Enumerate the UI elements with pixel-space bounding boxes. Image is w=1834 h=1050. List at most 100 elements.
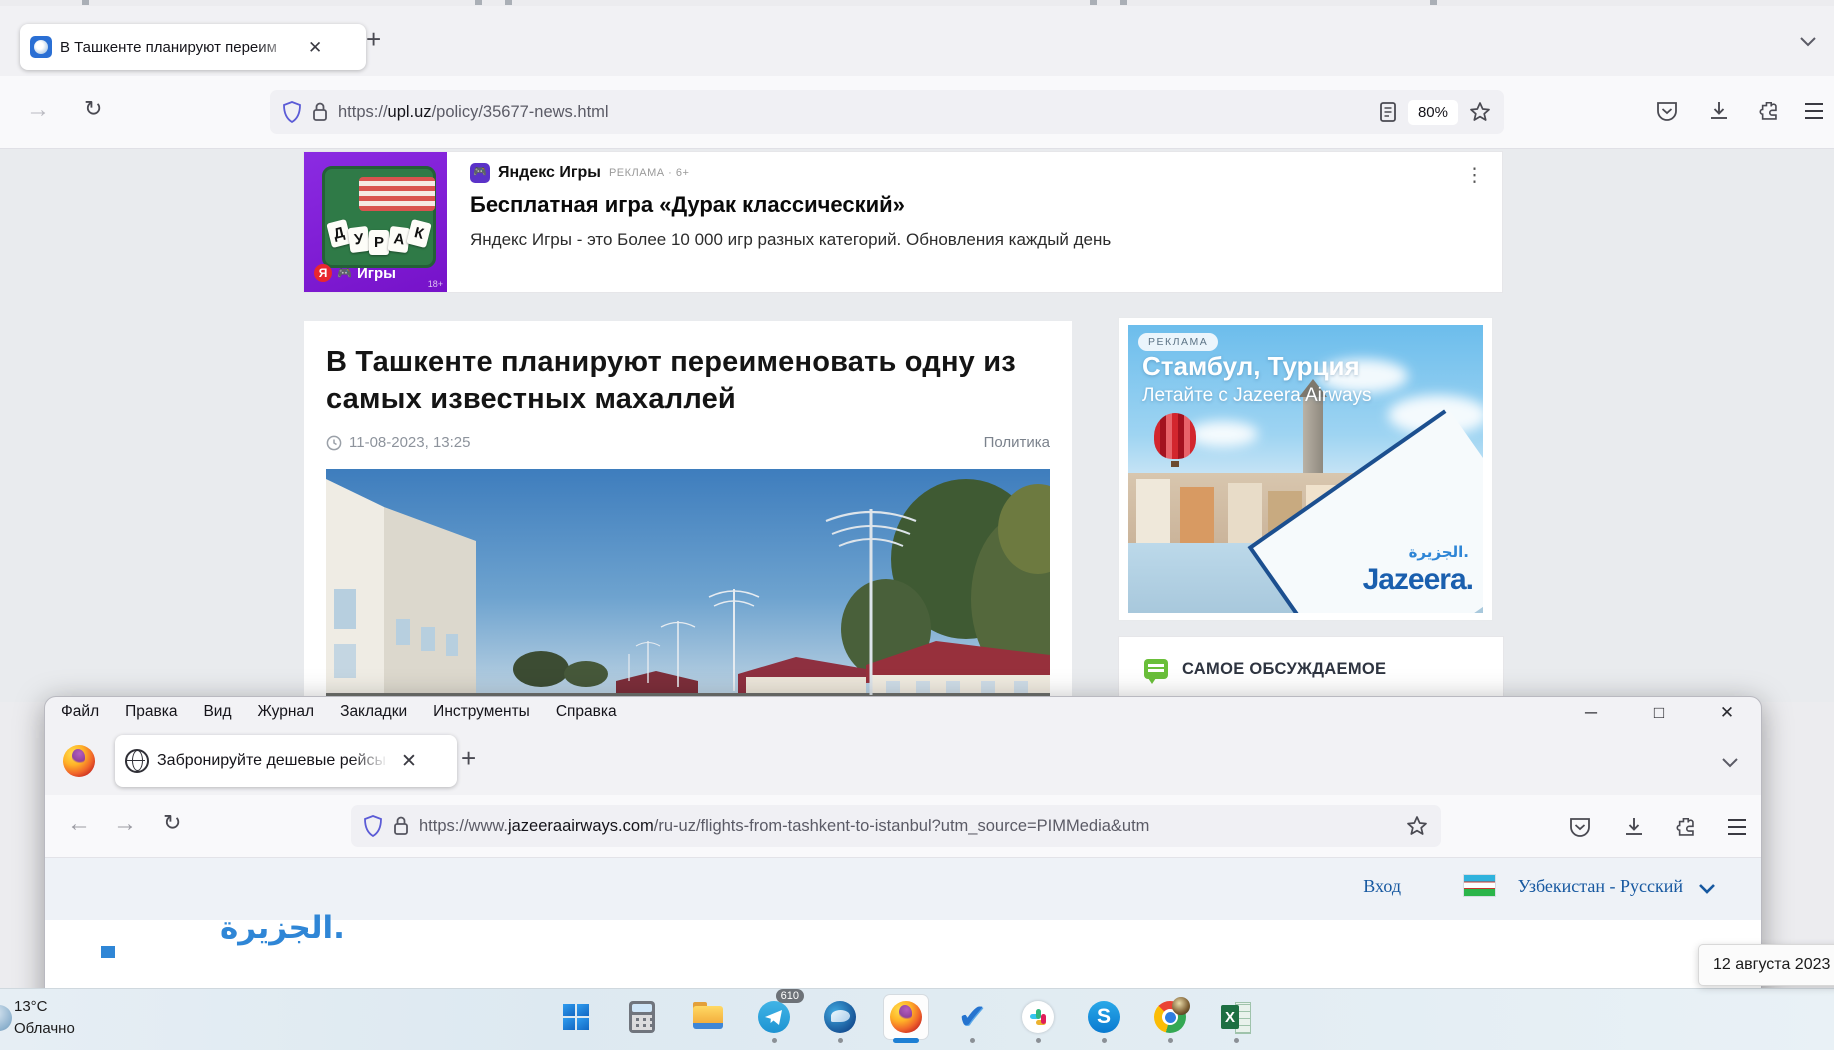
pocket-icon[interactable]	[1567, 814, 1593, 840]
yandex-ad-banner[interactable]: Яндекс Игры РЕКЛАМА · 6+ Бесплатная игра…	[304, 152, 1502, 292]
menu-item[interactable]: Журнал	[258, 703, 315, 720]
tab-title: В Ташкенте планируют переим	[60, 39, 300, 56]
zoom-level-button[interactable]: 80%	[1408, 100, 1458, 125]
windows-logo-icon	[563, 1004, 589, 1030]
bookmark-star-icon[interactable]	[1405, 814, 1429, 838]
pocket-icon[interactable]	[1654, 98, 1680, 124]
jazeera-logo-arabic: الجزيرة.	[1409, 543, 1469, 561]
taskbar-todo[interactable]: ✔	[950, 995, 994, 1039]
menu-item[interactable]: Справка	[556, 703, 617, 720]
taskbar-telegram[interactable]: 610	[752, 995, 796, 1039]
menu-hamburger-icon[interactable]	[1802, 100, 1826, 122]
yandex-ad-image[interactable]: ДУРАК Я 🎮 Игры 18+	[304, 152, 447, 292]
tab-news[interactable]: В Ташкенте планируют переим ✕	[20, 24, 366, 70]
taskbar-firefox[interactable]	[884, 995, 928, 1039]
menu-item[interactable]: Инструменты	[433, 703, 530, 720]
telegram-unread-badge: 610	[776, 989, 804, 1003]
locale-selector[interactable]: Узбекистан - Русский	[1518, 876, 1683, 897]
logo-fragment	[101, 946, 115, 958]
firefox-icon	[890, 1001, 922, 1033]
new-tab-button[interactable]: +	[461, 743, 476, 774]
lock-icon[interactable]	[393, 815, 409, 837]
weather-widget[interactable]: 13°C Облачно	[14, 996, 75, 1040]
login-link[interactable]: Вход	[1363, 876, 1401, 897]
chevron-down-icon[interactable]	[1697, 882, 1717, 895]
jazeera-ad-image[interactable]: الجزيرة. Jazeera. РЕКЛАМА Стамбул, Турци…	[1128, 325, 1483, 613]
letter-tile: У	[348, 226, 371, 253]
top-edge-fragment	[1090, 0, 1097, 5]
menu-item[interactable]: Вид	[203, 703, 231, 720]
taskbar-thunderbird[interactable]	[818, 995, 862, 1039]
reload-button[interactable]: ↻	[84, 96, 102, 122]
minimize-button[interactable]: ─	[1571, 699, 1611, 727]
menu-item[interactable]: Файл	[61, 703, 99, 720]
url-bar[interactable]: https://www.jazeeraairways.com/ru-uz/fli…	[351, 805, 1441, 847]
skype-icon: S	[1088, 1001, 1120, 1033]
weather-temp: 13°C	[14, 996, 75, 1018]
calculator-icon	[629, 1001, 655, 1033]
globe-icon	[125, 749, 149, 773]
ad-plaid-cloth	[359, 177, 435, 211]
taskbar-slack[interactable]	[1016, 995, 1060, 1039]
start-button[interactable]	[554, 995, 598, 1039]
extensions-puzzle-icon[interactable]	[1673, 814, 1699, 840]
article-title: В Ташкенте планируют переименовать одну …	[326, 344, 1036, 418]
reload-button[interactable]: ↻	[163, 810, 181, 836]
menu-item[interactable]: Правка	[125, 703, 177, 720]
taskbar-calculator[interactable]	[620, 995, 664, 1039]
taskbar-skype[interactable]: S	[1082, 995, 1126, 1039]
new-tab-button[interactable]: +	[366, 24, 381, 55]
article-category[interactable]: Политика	[984, 434, 1050, 451]
weather-condition: Облачно	[14, 1018, 75, 1040]
chrome-overlay-badge	[1172, 997, 1190, 1015]
system-tray: ! ENG 22:25 12.08.2023 1	[1804, 989, 1834, 1050]
tab-jazeera[interactable]: Забронируйте дешевые рейсы ✕	[115, 735, 457, 787]
site-favicon	[30, 36, 52, 58]
list-tabs-chevron-icon[interactable]	[1719, 755, 1741, 770]
bookmark-star-icon[interactable]	[1468, 100, 1492, 124]
navigation-bar: → ↻ https://upl.uz/policy/35677-news.htm…	[0, 76, 1834, 149]
list-tabs-chevron-icon[interactable]	[1798, 34, 1818, 48]
ad-title[interactable]: Бесплатная игра «Дурак классический»	[470, 192, 905, 218]
most-discussed-title[interactable]: САМОЕ ОБСУЖДАЕМОЕ	[1182, 660, 1386, 679]
downloads-icon[interactable]	[1706, 98, 1732, 124]
shield-icon[interactable]	[282, 100, 302, 124]
taskbar-file-explorer[interactable]	[686, 995, 730, 1039]
tab-strip: Забронируйте дешевые рейсы ✕ +	[45, 729, 1761, 795]
extensions-puzzle-icon[interactable]	[1756, 98, 1782, 124]
telegram-icon	[758, 1001, 790, 1033]
date-tooltip: 12 августа 2023	[1698, 944, 1834, 986]
todo-check-icon: ✔	[958, 1000, 987, 1034]
weather-icon	[0, 1005, 12, 1031]
most-discussed-card: САМОЕ ОБСУЖДАЕМОЕ	[1119, 637, 1503, 702]
taskbar-excel[interactable]: X	[1214, 995, 1258, 1039]
forward-button[interactable]: →	[113, 810, 137, 838]
url-text: https://www.jazeeraairways.com/ru-uz/fli…	[419, 817, 1395, 836]
lock-icon[interactable]	[312, 101, 328, 123]
ad-brand-row: Я 🎮 Игры	[314, 264, 396, 282]
uzbekistan-flag-icon	[1463, 874, 1496, 897]
jazeera-ad-card[interactable]: الجزيرة. Jazeera. РЕКЛАМА Стамбул, Турци…	[1119, 318, 1492, 620]
menu-item[interactable]: Закладки	[340, 703, 407, 720]
close-icon[interactable]: ✕	[308, 39, 322, 56]
back-button[interactable]: ←	[67, 810, 91, 838]
downloads-icon[interactable]	[1621, 814, 1647, 840]
shield-icon[interactable]	[363, 814, 383, 838]
tab-strip: В Ташкенте планируют переим ✕ +	[0, 6, 1834, 76]
forward-button[interactable]: →	[26, 96, 50, 124]
close-icon[interactable]: ✕	[401, 752, 417, 771]
ad-subheadline: Летайте с Jazeera Airways	[1142, 385, 1372, 407]
url-bar[interactable]: https://upl.uz/policy/35677-news.html 80…	[270, 90, 1504, 134]
menu-hamburger-icon[interactable]	[1725, 816, 1749, 838]
ad-options-icon[interactable]: ⋮	[1465, 164, 1484, 187]
gamepad-emoji-icon: 🎮	[337, 266, 352, 280]
reader-mode-icon[interactable]	[1378, 101, 1398, 123]
taskbar-chrome[interactable]	[1148, 995, 1192, 1039]
letter-tile: Р	[369, 230, 389, 255]
top-edge-fragment	[82, 0, 89, 5]
maximize-button[interactable]: □	[1639, 699, 1679, 727]
hot-air-balloon	[1154, 413, 1196, 463]
close-button[interactable]: ✕	[1707, 699, 1747, 727]
firefox-icon[interactable]	[63, 745, 95, 777]
jazeera-site-logo[interactable]: الجزيرة.	[220, 910, 345, 946]
